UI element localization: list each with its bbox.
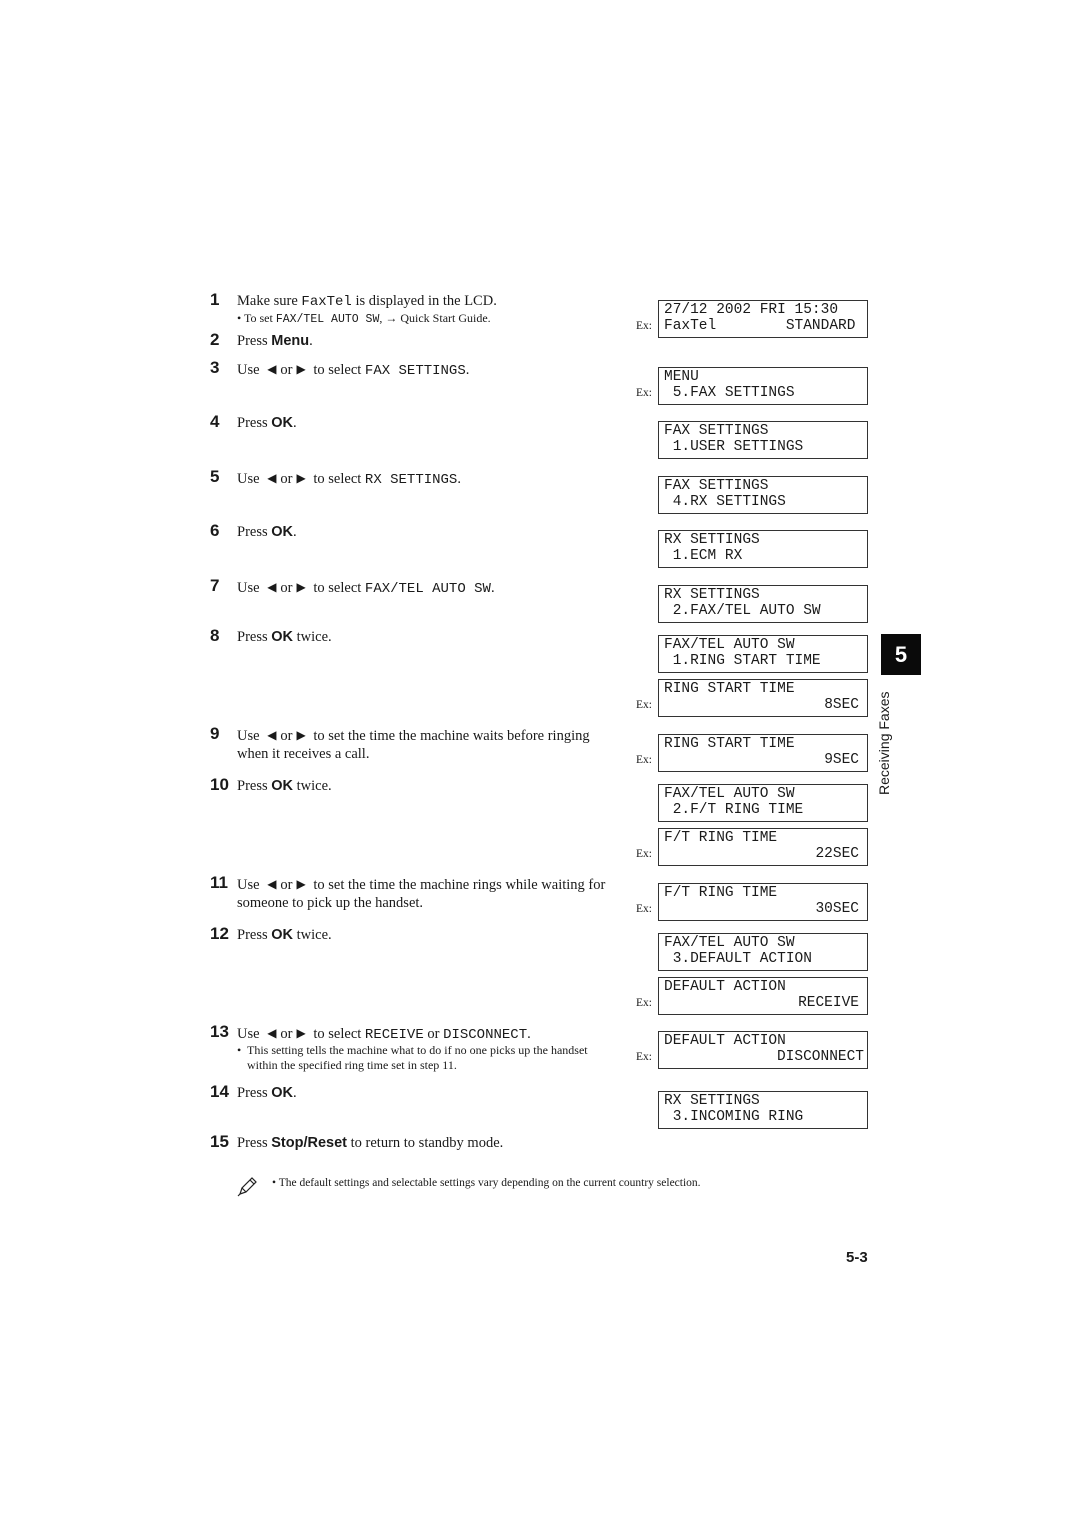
note-text: • The default settings and selectable se… <box>272 1177 701 1189</box>
key-name: Menu <box>271 333 310 349</box>
example-label: Ex: <box>636 320 652 332</box>
example-label: Ex: <box>636 699 652 711</box>
lcd-display: F/T RING TIME 30SEC <box>658 883 868 921</box>
lcd-code: FAX SETTINGS <box>364 363 466 379</box>
lcd-display: FAX SETTINGS 1.USER SETTINGS <box>658 421 868 459</box>
key-name: Stop/Reset <box>271 1135 347 1151</box>
left-arrow-icon: ◀ <box>267 877 277 891</box>
pencil-note-icon <box>236 1176 258 1203</box>
key-name: OK <box>271 415 293 431</box>
arrow-right-icon: → <box>385 311 398 325</box>
step-number: 14 <box>210 1082 229 1101</box>
right-arrow-icon: ▶ <box>296 362 306 376</box>
example-label: Ex: <box>636 1051 652 1063</box>
lcd-display: FAX SETTINGS 4.RX SETTINGS <box>658 476 868 514</box>
example-label: Ex: <box>636 848 652 860</box>
key-name: OK <box>271 629 293 645</box>
key-name: OK <box>271 778 293 794</box>
step-number: 8 <box>210 626 220 645</box>
lcd-display: MENU 5.FAX SETTINGS <box>658 367 868 405</box>
lcd-display: RING START TIME 8SEC <box>658 679 868 717</box>
right-arrow-icon: ▶ <box>296 728 306 742</box>
step-number: 15 <box>210 1132 229 1151</box>
step-number: 6 <box>210 521 220 540</box>
key-name: OK <box>271 1085 293 1101</box>
example-label: Ex: <box>636 997 652 1009</box>
lcd-code: FAX/TEL AUTO SW <box>364 581 491 597</box>
lcd-code: FaxTel <box>301 294 352 310</box>
lcd-display: DEFAULT ACTION DISCONNECT <box>658 1031 868 1069</box>
lcd-display: FAX/TEL AUTO SW 1.RING START TIME <box>658 635 868 673</box>
lcd-display: DEFAULT ACTION RECEIVE <box>658 977 868 1015</box>
example-label: Ex: <box>636 387 652 399</box>
lcd-display: RING START TIME 9SEC <box>658 734 868 772</box>
right-arrow-icon: ▶ <box>296 877 306 891</box>
example-label: Ex: <box>636 754 652 766</box>
chapter-tab-number: 5 <box>881 634 921 675</box>
lcd-code: RECEIVE <box>364 1027 424 1043</box>
lcd-display: F/T RING TIME 22SEC <box>658 828 868 866</box>
lcd-code: DISCONNECT <box>443 1027 528 1043</box>
lcd-display: 27/12 2002 FRI 15:30 FaxTel STANDARD <box>658 300 868 338</box>
lcd-display: RX SETTINGS 2.FAX/TEL AUTO SW <box>658 585 868 623</box>
right-arrow-icon: ▶ <box>296 580 306 594</box>
left-arrow-icon: ◀ <box>267 728 277 742</box>
lcd-code: RX SETTINGS <box>364 472 458 488</box>
step-1-subnote: • To set FAX/TEL AUTO SW, → Quick Start … <box>237 311 491 326</box>
right-arrow-icon: ▶ <box>296 471 306 485</box>
left-arrow-icon: ◀ <box>267 580 277 594</box>
key-name: OK <box>271 524 293 540</box>
step-number: 5 <box>210 467 220 486</box>
lcd-code: FAX/TEL AUTO SW <box>275 313 380 326</box>
right-arrow-icon: ▶ <box>296 1026 306 1040</box>
left-arrow-icon: ◀ <box>267 1026 277 1040</box>
step-number: 12 <box>210 924 229 943</box>
step-number: 1 <box>210 290 220 309</box>
lcd-display: FAX/TEL AUTO SW 3.DEFAULT ACTION <box>658 933 868 971</box>
step-number: 9 <box>210 724 220 743</box>
left-arrow-icon: ◀ <box>267 471 277 485</box>
lcd-display: RX SETTINGS 3.INCOMING RING <box>658 1091 868 1129</box>
key-name: OK <box>271 927 293 943</box>
step-number: 10 <box>210 775 229 794</box>
step-number: 4 <box>210 412 220 431</box>
step-number: 3 <box>210 358 220 377</box>
chapter-tab-title: Receiving Faxes <box>876 691 892 796</box>
lcd-display: RX SETTINGS 1.ECM RX <box>658 530 868 568</box>
step-13-subnote: • This setting tells the machine what to… <box>237 1043 588 1072</box>
left-arrow-icon: ◀ <box>267 362 277 376</box>
step-number: 13 <box>210 1022 229 1041</box>
page-number: 5-3 <box>846 1249 868 1266</box>
step-number: 2 <box>210 330 220 349</box>
step-number: 7 <box>210 576 220 595</box>
example-label: Ex: <box>636 903 652 915</box>
lcd-display: FAX/TEL AUTO SW 2.F/T RING TIME <box>658 784 868 822</box>
step-number: 11 <box>210 873 228 892</box>
